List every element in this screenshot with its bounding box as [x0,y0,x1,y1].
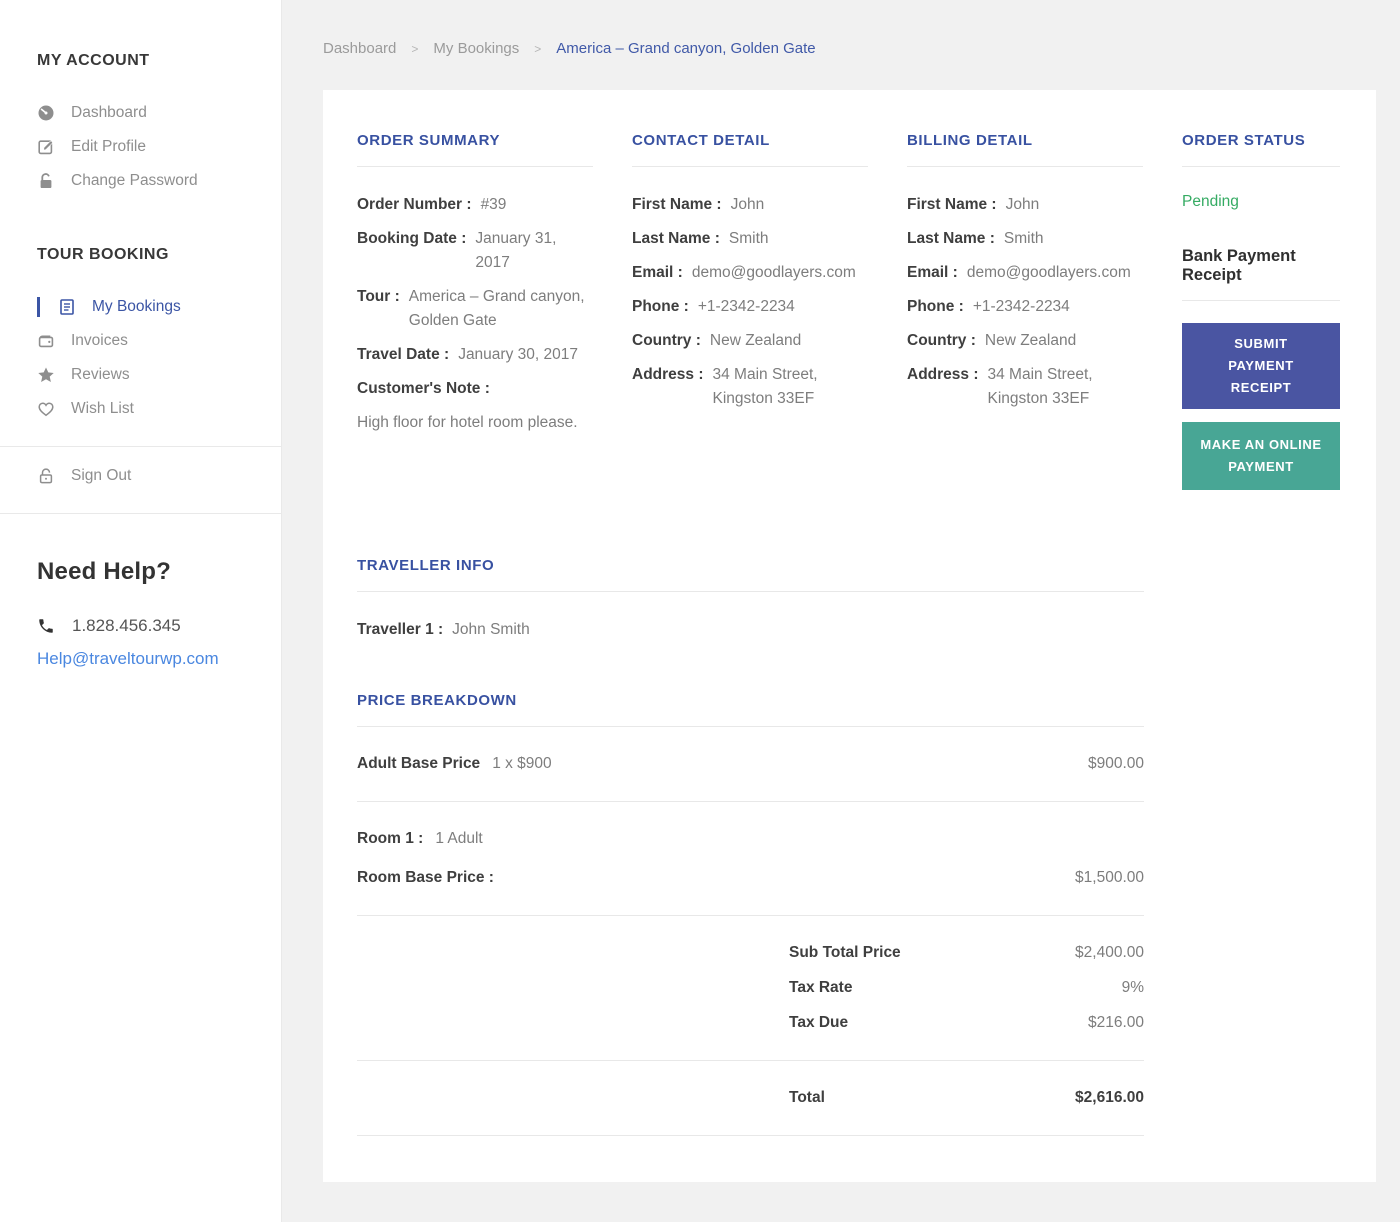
breadcrumb-current: America – Grand canyon, Golden Gate [556,40,816,57]
sidebar-item-my-bookings[interactable]: My Bookings [37,290,261,324]
contact-row: First Name : John [632,196,765,213]
need-help-heading: Need Help? [37,558,172,585]
sidebar-item-dashboard[interactable]: Dashboard [37,96,261,130]
price-breakdown-section: PRICE BREAKDOWN Adult Base Price 1 x $90… [357,692,1144,1136]
divider [1182,166,1340,167]
tour-link[interactable]: America – Grand canyon, Golden Gate [409,285,593,333]
contact-row: Address :34 Main Street, Kingston 33EF [632,366,818,407]
contact-detail-section: CONTACT DETAIL First Name : John Last Nam… [632,132,868,503]
contact-row: Phone : +1-2342-2234 [632,298,795,315]
make-online-payment-button[interactable]: MAKE AN ONLINE PAYMENT [1182,422,1340,490]
sidebar-item-sign-out[interactable]: Sign Out [37,459,261,493]
sidebar-item-change-password[interactable]: Change Password [37,164,261,198]
billing-detail-title: BILLING DETAIL [907,132,1033,149]
travel-date-row: Travel Date : January 30, 2017 [357,346,578,363]
sidebar-item-label: Invoices [71,332,128,349]
contact-row: Country : New Zealand [632,332,802,349]
heart-icon [37,400,55,418]
tax-rate-row: Tax Rate 9% [789,979,1144,996]
help-email-link[interactable]: Help@traveltourwp.com [37,649,219,669]
divider [632,166,868,167]
price-breakdown-title: PRICE BREAKDOWN [357,692,517,709]
contact-row: Email : demo@goodlayers.com [632,264,856,281]
help-phone: 1.828.456.345 [37,616,261,636]
wallet-icon [37,332,55,350]
help-phone-number: 1.828.456.345 [72,616,181,635]
billing-row: First Name : John [907,196,1040,213]
contact-row: Last Name : Smith [632,230,769,247]
order-summary-title: ORDER SUMMARY [357,132,501,149]
sidebar-item-label: Change Password [71,172,198,189]
adult-base-price-row: Adult Base Price 1 x $900 $900.00 [357,727,1144,802]
order-status-section: ORDER STATUS Pending Bank Payment Receip… [1182,132,1340,503]
submit-payment-receipt-button[interactable]: SUBMIT PAYMENT RECEIPT [1182,323,1340,409]
bank-payment-receipt-heading: Bank Payment Receipt [1182,247,1296,284]
tour-row: Tour : America – Grand canyon, Golden Ga… [357,285,593,333]
billing-detail-section: BILLING DETAIL First Name : John Last Nam… [907,132,1143,503]
room-block: Room 1 : 1 Adult Room Base Price : $1,50… [357,802,1144,916]
traveller-info-section: TRAVELLER INFO Traveller 1 : John Smith [357,557,1144,642]
status-badge: Pending [1182,193,1239,210]
app-root: MY ACCOUNT Dashboard Edit Profile Change… [0,0,1400,1222]
billing-row: Email : demo@goodlayers.com [907,264,1131,281]
order-summary-section: ORDER SUMMARY Order Number : #39 Booking… [357,132,593,503]
total-row: Total $2,616.00 [357,1061,1144,1136]
customer-note-label-row: Customer's Note : [357,380,490,397]
breadcrumb-separator-icon: > [534,41,542,56]
divider [357,166,593,167]
divider [1182,300,1340,301]
unlock-icon [37,172,55,190]
order-number-row: Order Number : #39 [357,196,507,213]
breadcrumb-separator-icon: > [411,41,419,56]
customer-note-text: High floor for hotel room please. [357,414,578,431]
billing-row: Country : New Zealand [907,332,1077,349]
sidebar-item-label: Wish List [71,400,134,417]
divider [0,513,281,514]
sidebar-item-edit-profile[interactable]: Edit Profile [37,130,261,164]
traveller-row: Traveller 1 : John Smith [357,621,530,638]
sidebar-item-label: Sign Out [71,467,132,484]
sidebar-item-wish-list[interactable]: Wish List [37,392,261,426]
sidebar-item-invoices[interactable]: Invoices [37,324,261,358]
phone-icon [37,617,55,635]
breadcrumb-my-bookings[interactable]: My Bookings [433,40,519,57]
billing-row: Phone : +1-2342-2234 [907,298,1070,315]
order-status-title: ORDER STATUS [1182,132,1306,149]
sign-out-lock-icon [37,467,55,485]
sidebar-item-label: Edit Profile [71,138,146,155]
sidebar-item-label: My Bookings [92,298,181,315]
my-account-heading: MY ACCOUNT [37,52,150,69]
sidebar-item-label: Dashboard [71,104,147,121]
totals-block: Sub Total Price $2,400.00 Tax Rate 9% Ta… [357,916,1144,1061]
sidebar-item-reviews[interactable]: Reviews [37,358,261,392]
dashboard-icon [37,104,55,122]
sidebar: MY ACCOUNT Dashboard Edit Profile Change… [0,0,282,1222]
booking-date-row: Booking Date : January 31, 2017 [357,230,557,271]
breadcrumb: Dashboard > My Bookings > America – Gran… [323,40,1376,57]
divider [357,591,1144,592]
billing-row: Address :34 Main Street, Kingston 33EF [907,366,1093,407]
billing-row: Last Name : Smith [907,230,1044,247]
tour-booking-heading: TOUR BOOKING [37,246,169,263]
subtotal-row: Sub Total Price $2,400.00 [789,944,1144,961]
contact-detail-title: CONTACT DETAIL [632,132,770,149]
star-icon [37,366,55,384]
sidebar-item-label: Reviews [71,366,130,383]
tax-due-row: Tax Due $216.00 [789,1014,1144,1031]
order-detail-card: ORDER SUMMARY Order Number : #39 Booking… [323,90,1376,1182]
breadcrumb-dashboard[interactable]: Dashboard [323,40,396,57]
divider [907,166,1143,167]
traveller-info-title: TRAVELLER INFO [357,557,495,574]
edit-icon [37,138,55,156]
main-content: Dashboard > My Bookings > America – Gran… [282,0,1400,1222]
bookings-icon [58,298,76,316]
